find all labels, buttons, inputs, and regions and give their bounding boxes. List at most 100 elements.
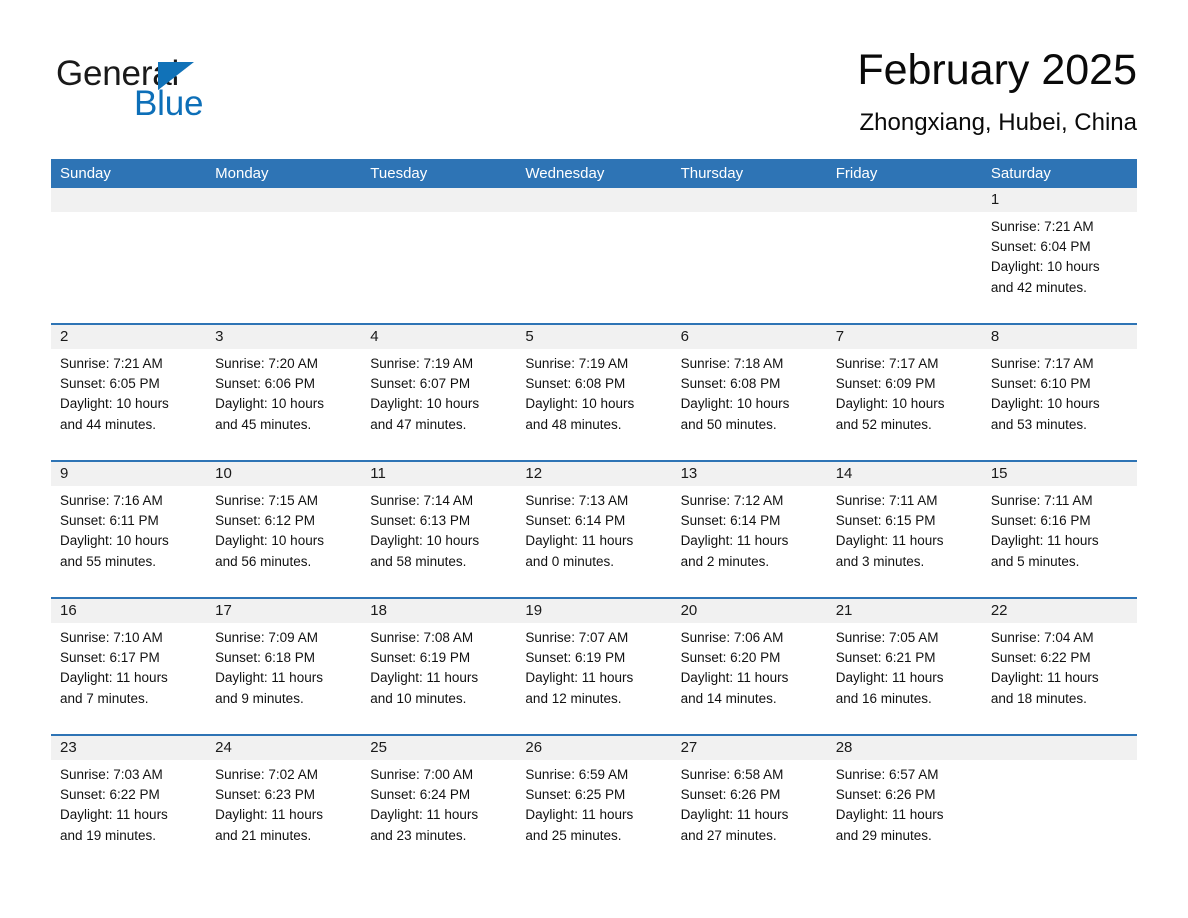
- day-cell[interactable]: 21 Sunrise: 7:05 AM Sunset: 6:21 PM Dayligh…: [826, 599, 982, 734]
- day-details: [672, 212, 827, 323]
- day-cell[interactable]: 28 Sunrise: 6:57 AM Sunset: 6:26 PM Dayligh…: [826, 736, 982, 871]
- day-cell-empty: [206, 188, 362, 323]
- daylight-duration-line2: and 53 minutes.: [990, 416, 1087, 432]
- weekday-header-friday: Friday: [835, 165, 878, 182]
- day-number: [206, 188, 362, 212]
- calendar-week-row: 16 Sunrise: 7:10 AM Sunset: 6:17 PM Dayligh…: [51, 597, 1137, 734]
- day-cell[interactable]: 26 Sunrise: 6:59 AM Sunset: 6:25 PM Dayligh…: [516, 736, 672, 871]
- daylight-duration-line2: and 2 minutes.: [680, 553, 770, 569]
- day-number: 1: [981, 188, 1137, 212]
- day-number: 6: [671, 325, 827, 349]
- day-cell[interactable]: 19 Sunrise: 7:07 AM Sunset: 6:19 PM Dayligh…: [516, 599, 672, 734]
- day-cell[interactable]: 20 Sunrise: 7:06 AM Sunset: 6:20 PM Dayligh…: [671, 599, 827, 734]
- day-number: 3: [206, 325, 362, 349]
- sunrise-time: Sunrise: 7:09 AM: [215, 630, 318, 645]
- sunrise-time: Sunrise: 7:13 AM: [525, 493, 629, 508]
- day-cell[interactable]: 2 Sunrise: 7:21 AM Sunset: 6:05 PM Daylight…: [51, 325, 207, 460]
- calendar-week-row: 23 Sunrise: 7:03 AM Sunset: 6:22 PM Dayligh…: [51, 734, 1137, 871]
- daylight-duration-line1: Daylight: 11 hours: [370, 670, 479, 686]
- daylight-duration-line1: Daylight: 11 hours: [215, 807, 323, 823]
- sunrise-time: Sunrise: 7:15 AM: [215, 493, 318, 508]
- day-cell[interactable]: 4 Sunrise: 7:19 AM Sunset: 6:07 PM Daylight…: [361, 325, 517, 460]
- sunrise-time: Sunrise: 7:20 AM: [215, 356, 318, 371]
- day-cell[interactable]: 14 Sunrise: 7:11 AM Sunset: 6:15 PM Dayligh…: [826, 462, 982, 597]
- day-number: 11: [361, 462, 517, 486]
- day-details: Sunrise: 7:09 AM Sunset: 6:18 PM Daylight:…: [206, 623, 361, 734]
- sunrise-time: Sunrise: 7:04 AM: [990, 630, 1094, 645]
- day-cell[interactable]: 1 Sunrise: 7:21 AM Sunset: 6:04 PM Daylight…: [981, 188, 1137, 323]
- daylight-duration-line1: Daylight: 10 hours: [990, 259, 1100, 275]
- day-cell[interactable]: 13 Sunrise: 7:12 AM Sunset: 6:14 PM Dayligh…: [671, 462, 827, 597]
- day-number: 24: [206, 736, 362, 760]
- day-number: 16: [51, 599, 207, 623]
- day-details: Sunrise: 7:21 AM Sunset: 6:05 PM Daylight:…: [51, 349, 206, 460]
- daylight-duration-line2: and 3 minutes.: [835, 553, 925, 569]
- day-cell[interactable]: 24 Sunrise: 7:02 AM Sunset: 6:23 PM Dayligh…: [206, 736, 362, 871]
- daylight-duration-line1: Daylight: 10 hours: [60, 533, 169, 549]
- daylight-duration-line2: and 50 minutes.: [680, 416, 777, 432]
- weekday-header-row: Sunday Monday Tuesday Wednesday Thursday…: [51, 159, 1137, 188]
- day-cell[interactable]: 18 Sunrise: 7:08 AM Sunset: 6:19 PM Dayligh…: [361, 599, 517, 734]
- sunset-time: Sunset: 6:14 PM: [680, 513, 781, 529]
- day-details: Sunrise: 6:57 AM Sunset: 6:26 PM Daylight:…: [827, 760, 982, 871]
- day-cell[interactable]: 8 Sunrise: 7:17 AM Sunset: 6:10 PM Daylight…: [981, 325, 1137, 460]
- daylight-duration-line2: and 55 minutes.: [60, 553, 157, 569]
- daylight-duration-line2: and 27 minutes.: [680, 827, 777, 843]
- day-cell[interactable]: 22 Sunrise: 7:04 AM Sunset: 6:22 PM Dayligh…: [981, 599, 1137, 734]
- day-cell-empty: [826, 188, 982, 323]
- sunset-time: Sunset: 6:17 PM: [60, 650, 160, 666]
- day-details: [982, 760, 1137, 871]
- day-cell[interactable]: 3 Sunrise: 7:20 AM Sunset: 6:06 PM Daylight…: [206, 325, 362, 460]
- sunrise-time: Sunrise: 7:16 AM: [60, 493, 163, 508]
- day-number: [981, 736, 1137, 760]
- day-details: Sunrise: 7:19 AM Sunset: 6:08 PM Daylight:…: [516, 349, 671, 460]
- daylight-duration-line1: Daylight: 11 hours: [990, 670, 1099, 686]
- weekday-header-wednesday: Wednesday: [525, 165, 605, 182]
- daylight-duration-line1: Daylight: 11 hours: [680, 807, 789, 823]
- daylight-duration-line2: and 29 minutes.: [835, 827, 932, 843]
- sunrise-time: Sunrise: 7:17 AM: [990, 356, 1094, 371]
- daylight-duration-line1: Daylight: 11 hours: [835, 670, 944, 686]
- day-number: [671, 188, 827, 212]
- sunset-time: Sunset: 6:05 PM: [60, 376, 160, 392]
- daylight-duration-line2: and 47 minutes.: [370, 416, 467, 432]
- day-cell[interactable]: 27 Sunrise: 6:58 AM Sunset: 6:26 PM Dayligh…: [671, 736, 827, 871]
- weekday-header-sunday: Sunday: [60, 165, 111, 182]
- sunset-time: Sunset: 6:19 PM: [525, 650, 626, 666]
- day-number: [826, 188, 982, 212]
- sunset-time: Sunset: 6:19 PM: [370, 650, 471, 666]
- day-cell[interactable]: 15 Sunrise: 7:11 AM Sunset: 6:16 PM Dayligh…: [981, 462, 1137, 597]
- day-details: Sunrise: 6:58 AM Sunset: 6:26 PM Daylight:…: [672, 760, 827, 871]
- day-cell[interactable]: 12 Sunrise: 7:13 AM Sunset: 6:14 PM Dayligh…: [516, 462, 672, 597]
- day-cell[interactable]: 17 Sunrise: 7:09 AM Sunset: 6:18 PM Dayligh…: [206, 599, 362, 734]
- day-cell[interactable]: 23 Sunrise: 7:03 AM Sunset: 6:22 PM Dayligh…: [51, 736, 207, 871]
- day-details: Sunrise: 7:02 AM Sunset: 6:23 PM Daylight:…: [206, 760, 361, 871]
- sunset-time: Sunset: 6:12 PM: [215, 513, 315, 529]
- day-cell[interactable]: 25 Sunrise: 7:00 AM Sunset: 6:24 PM Dayligh…: [361, 736, 517, 871]
- day-cell[interactable]: 11 Sunrise: 7:14 AM Sunset: 6:13 PM Dayligh…: [361, 462, 517, 597]
- sunset-time: Sunset: 6:24 PM: [370, 787, 471, 803]
- daylight-duration-line1: Daylight: 11 hours: [60, 807, 168, 823]
- calendar-week-row: 2 Sunrise: 7:21 AM Sunset: 6:05 PM Daylight…: [51, 323, 1137, 460]
- page-subtitle-location: Zhongxiang, Hubei, China: [859, 109, 1137, 136]
- sunrise-time: Sunrise: 7:11 AM: [990, 493, 1093, 508]
- sunset-time: Sunset: 6:06 PM: [215, 376, 315, 392]
- day-number: 22: [981, 599, 1137, 623]
- daylight-duration-line2: and 45 minutes.: [215, 416, 312, 432]
- day-cell-empty: [361, 188, 517, 323]
- day-details: Sunrise: 6:59 AM Sunset: 6:25 PM Daylight:…: [516, 760, 671, 871]
- sunset-time: Sunset: 6:26 PM: [680, 787, 781, 803]
- daylight-duration-line1: Daylight: 11 hours: [990, 533, 1099, 549]
- sunrise-time: Sunrise: 7:08 AM: [370, 630, 474, 645]
- weekday-header-monday: Monday: [215, 165, 269, 182]
- day-number: 27: [671, 736, 827, 760]
- sunset-time: Sunset: 6:26 PM: [835, 787, 936, 803]
- day-cell[interactable]: 6 Sunrise: 7:18 AM Sunset: 6:08 PM Daylight…: [671, 325, 827, 460]
- day-cell[interactable]: 9 Sunrise: 7:16 AM Sunset: 6:11 PM Daylight…: [51, 462, 207, 597]
- day-cell[interactable]: 16 Sunrise: 7:10 AM Sunset: 6:17 PM Dayligh…: [51, 599, 207, 734]
- day-cell[interactable]: 7 Sunrise: 7:17 AM Sunset: 6:09 PM Daylight…: [826, 325, 982, 460]
- calendar-week-inner: 2 Sunrise: 7:21 AM Sunset: 6:05 PM Daylight…: [51, 325, 1137, 460]
- generalblue-logo[interactable]: General Blue: [56, 54, 316, 132]
- day-cell[interactable]: 10 Sunrise: 7:15 AM Sunset: 6:12 PM Dayligh…: [206, 462, 362, 597]
- day-cell[interactable]: 5 Sunrise: 7:19 AM Sunset: 6:08 PM Daylight…: [516, 325, 672, 460]
